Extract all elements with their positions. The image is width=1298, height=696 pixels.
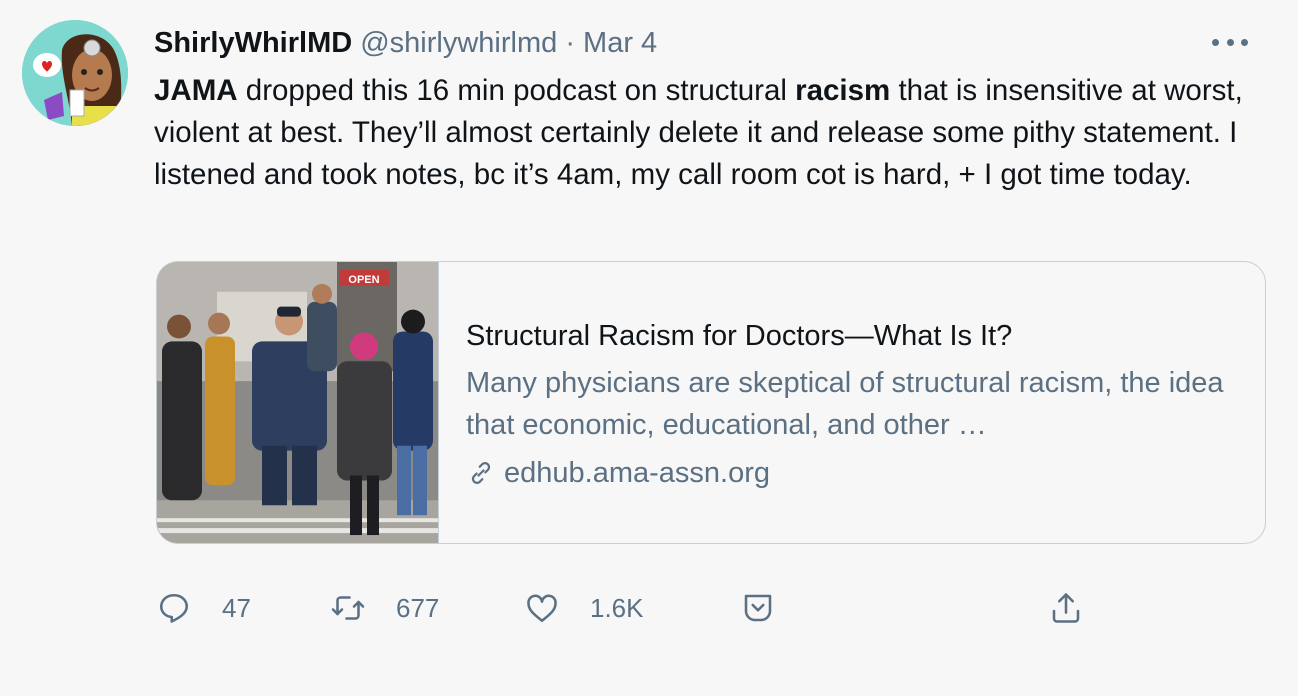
retweet-icon xyxy=(331,596,365,620)
retweet-button[interactable]: 677 xyxy=(330,585,439,631)
reply-icon xyxy=(159,593,189,623)
link-icon xyxy=(471,462,491,484)
card-description: Many physicians are skeptical of structu… xyxy=(466,367,1224,441)
share-icon xyxy=(1052,593,1080,623)
link-card[interactable]: OPEN Structural Racism for Doctors—What … xyxy=(156,261,1266,544)
tweet-text: JAMA dropped this 16 min podcast on stru… xyxy=(154,70,1269,196)
like-button[interactable]: 1.6K xyxy=(524,585,644,631)
retweet-count: 677 xyxy=(396,592,440,623)
tweet-text-part: JAMA xyxy=(154,74,238,107)
tweet-date[interactable]: Mar 4 xyxy=(583,27,657,59)
tweet-text-part: racism xyxy=(795,74,891,107)
like-icon xyxy=(527,594,557,623)
reply-count: 47 xyxy=(222,592,251,623)
avatar[interactable] xyxy=(22,20,128,126)
card-body: Structural Racism for Doctors—What Is It… xyxy=(466,316,1235,494)
reply-button[interactable]: 47 xyxy=(156,585,251,631)
card-image[interactable]: OPEN xyxy=(157,262,439,543)
card-domain[interactable]: edhub.ama-assn.org xyxy=(466,452,1235,494)
tweet-text-part: dropped this 16 min podcast on structura… xyxy=(237,74,796,107)
card-title[interactable]: Structural Racism for Doctors—What Is It… xyxy=(466,316,1235,356)
card-domain-text: edhub.ama-assn.org xyxy=(504,457,770,489)
user-handle[interactable]: @shirlywhirlmd xyxy=(360,27,557,59)
revue-icon xyxy=(744,594,772,622)
open-sign: OPEN xyxy=(348,274,379,286)
tweet-actions: 47 677 1.6K xyxy=(156,585,1096,631)
like-count: 1.6K xyxy=(590,592,644,623)
display-name[interactable]: ShirlyWhirlMD xyxy=(154,27,352,59)
separator: · xyxy=(565,27,575,59)
more-options-icon[interactable] xyxy=(1212,30,1248,54)
tweet-header: ShirlyWhirlMD @shirlywhirlmd · Mar 4 xyxy=(154,24,1258,62)
share-button[interactable] xyxy=(1048,585,1084,631)
revue-button[interactable] xyxy=(740,585,776,631)
